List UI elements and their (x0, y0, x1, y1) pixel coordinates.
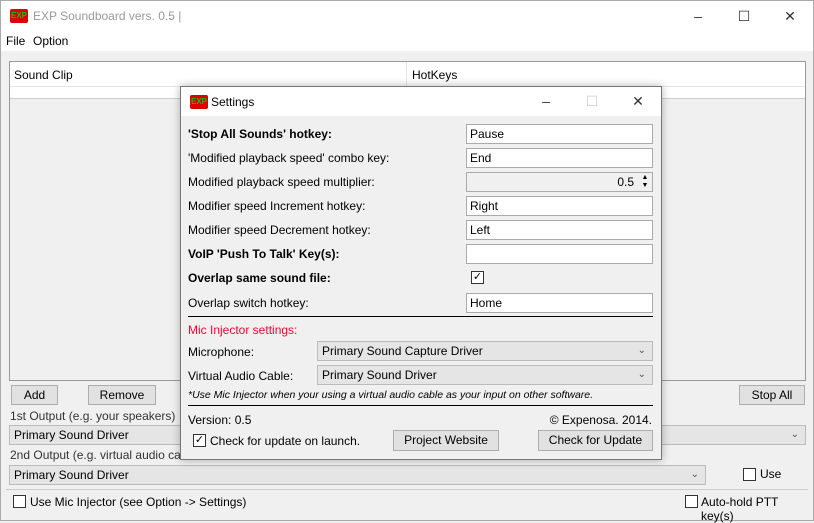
chevron-down-icon: ⌄ (637, 345, 646, 356)
decrement-hotkey-label: Modifier speed Decrement hotkey: (188, 223, 371, 237)
output1-value: Primary Sound Driver (14, 428, 129, 442)
output2-value: Primary Sound Driver (14, 468, 129, 482)
settings-title-bar: EXP Settings – ☐ ✕ (181, 87, 661, 116)
overlap-label: Overlap same sound file: (188, 271, 331, 285)
spinner-arrows-icon[interactable]: ▲ ▼ (639, 174, 651, 190)
divider (188, 316, 653, 318)
close-button[interactable]: ✕ (615, 87, 661, 116)
stop-all-button[interactable]: Stop All (739, 385, 805, 405)
chevron-down-icon: ⌄ (690, 469, 699, 480)
auto-hold-ptt-checkbox[interactable] (685, 495, 698, 508)
output2-select[interactable]: Primary Sound Driver ⌄ (9, 465, 706, 485)
minimize-button[interactable]: – (523, 87, 569, 116)
decrement-hotkey-input[interactable]: Left (466, 220, 653, 240)
chevron-down-icon: ⌄ (637, 369, 646, 380)
maximize-button[interactable]: ☐ (721, 1, 767, 31)
increment-hotkey-input[interactable]: Right (466, 196, 653, 216)
overlap-checkbox[interactable]: ✓ (471, 271, 484, 284)
list-header: Sound Clip HotKeys (10, 62, 805, 87)
title-bar: EXP EXP Soundboard vers. 0.5 | – ☐ ✕ (1, 1, 813, 31)
app-icon: EXP (10, 9, 28, 23)
window-title: EXP Soundboard vers. 0.5 | (33, 9, 182, 23)
menu-file[interactable]: File (6, 34, 25, 48)
stop-all-hotkey-input[interactable]: Pause (466, 124, 653, 144)
app-icon: EXP (190, 95, 208, 109)
use-output2-checkbox[interactable] (743, 468, 756, 481)
check-on-launch-label: Check for update on launch. (210, 434, 361, 448)
use-mic-injector-checkbox[interactable] (13, 495, 26, 508)
minimize-button[interactable]: – (675, 1, 721, 31)
speed-multiplier-value: 0.5 (617, 175, 634, 189)
check-for-update-button[interactable]: Check for Update (538, 430, 653, 451)
close-button[interactable]: ✕ (767, 1, 813, 31)
maximize-button: ☐ (585, 93, 599, 109)
cable-select[interactable]: Primary Sound Driver ⌄ (317, 365, 653, 385)
overlap-hotkey-input[interactable]: Home (466, 293, 653, 313)
use-output2-label: Use (760, 467, 782, 481)
remove-button[interactable]: Remove (88, 385, 156, 405)
menu-bar: File Option (1, 31, 813, 51)
column-hotkeys[interactable]: HotKeys (412, 68, 457, 82)
divider (6, 489, 808, 490)
divider (188, 405, 653, 407)
cable-value: Primary Sound Driver (322, 368, 437, 382)
combo-key-label: 'Modified playback speed' combo key: (188, 151, 390, 165)
cable-label: Virtual Audio Cable: (188, 369, 294, 383)
microphone-value: Primary Sound Capture Driver (322, 344, 483, 358)
use-mic-injector-label: Use Mic Injector (see Option -> Settings… (30, 495, 247, 509)
menu-option[interactable]: Option (33, 34, 68, 48)
settings-title: Settings (211, 95, 255, 109)
combo-key-input[interactable]: End (466, 148, 653, 168)
copyright-label: © Expenosa. 2014. (549, 413, 652, 427)
check-on-launch-checkbox[interactable]: ✓ (193, 434, 206, 447)
speed-multiplier-label: Modified playback speed multiplier: (188, 175, 375, 189)
stop-all-hotkey-label: 'Stop All Sounds' hotkey: (188, 127, 332, 141)
output2-label: 2nd Output (e.g. virtual audio cable (10, 448, 197, 462)
version-label: Version: 0.5 (188, 413, 252, 427)
microphone-select[interactable]: Primary Sound Capture Driver ⌄ (317, 341, 653, 361)
add-button[interactable]: Add (11, 385, 58, 405)
mic-injector-note: *Use Mic Injector when your using a virt… (188, 389, 594, 401)
mic-injector-header: Mic Injector settings: (188, 323, 298, 337)
auto-hold-ptt-label: Auto-hold PTT key(s) (701, 495, 779, 523)
column-sound-clip[interactable]: Sound Clip (14, 68, 73, 82)
ptt-keys-input[interactable] (466, 244, 653, 264)
project-website-button[interactable]: Project Website (393, 430, 499, 451)
microphone-label: Microphone: (188, 345, 255, 359)
speed-multiplier-spinner[interactable]: 0.5 ▲ ▼ (466, 172, 653, 192)
output1-label: 1st Output (e.g. your speakers) (10, 409, 176, 423)
overlap-hotkey-label: Overlap switch hotkey: (188, 296, 309, 310)
chevron-down-icon: ⌄ (790, 429, 799, 440)
settings-dialog: EXP Settings – ☐ ✕ 'Stop All Sounds' hot… (180, 86, 662, 460)
increment-hotkey-label: Modifier speed Increment hotkey: (188, 199, 366, 213)
ptt-keys-label: VoIP 'Push To Talk' Key(s): (188, 247, 340, 261)
